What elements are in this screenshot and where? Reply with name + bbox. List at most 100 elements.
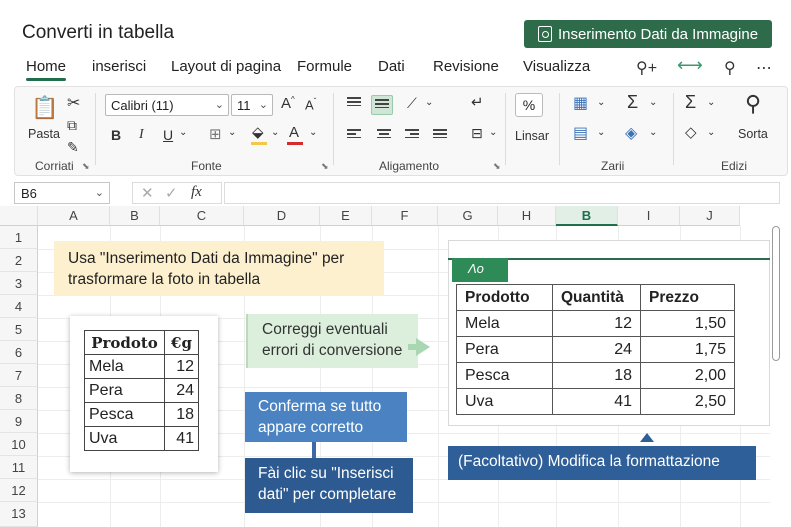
font-dialog-icon[interactable]: ⬊	[321, 161, 329, 172]
delete-cells-icon[interactable]: ▤	[573, 123, 588, 143]
percent-button[interactable]: %	[515, 93, 543, 117]
column-header-g[interactable]: G	[438, 206, 498, 226]
name-box[interactable]: B6 ⌄	[14, 182, 110, 204]
column-header-e[interactable]: E	[320, 206, 372, 226]
result-cell[interactable]: 1,50	[640, 310, 735, 337]
paste-label[interactable]: Pasta	[28, 127, 60, 141]
vertical-scrollbar[interactable]	[770, 212, 782, 527]
tab-insert[interactable]: inserisci	[92, 58, 146, 75]
chevron-down-icon[interactable]: ⌄	[707, 127, 715, 138]
column-header-f[interactable]: F	[372, 206, 438, 226]
column-header-j[interactable]: J	[680, 206, 740, 226]
column-header-a[interactable]: A	[38, 206, 110, 226]
formula-input[interactable]	[224, 182, 780, 204]
shrink-font-button[interactable]: Aˇ	[305, 97, 316, 112]
chevron-down-icon[interactable]: ⌄	[309, 127, 317, 138]
result-cell[interactable]: Pesca	[456, 362, 553, 389]
tab-view[interactable]: Visualizza	[523, 58, 590, 75]
result-header[interactable]: Prodotto	[456, 284, 553, 311]
chevron-down-icon[interactable]: ⌄	[228, 127, 236, 138]
number-format-label[interactable]: Linsar	[515, 129, 549, 143]
result-cell[interactable]: 41	[552, 388, 641, 415]
cut-icon[interactable]: ✂	[67, 93, 80, 113]
align-top-icon[interactable]	[347, 95, 361, 109]
justify-icon[interactable]	[433, 127, 447, 141]
chevron-down-icon[interactable]: ⌄	[597, 97, 605, 108]
align-left-icon[interactable]	[347, 127, 361, 141]
result-cell[interactable]: 1,75	[640, 336, 735, 363]
copy-icon[interactable]: ⧉	[67, 117, 77, 134]
chevron-down-icon[interactable]: ⌄	[649, 97, 657, 108]
find-icon[interactable]: ⚲	[745, 91, 761, 117]
borders-icon[interactable]: ⊞	[209, 125, 222, 143]
column-header-selected[interactable]: B	[556, 206, 618, 226]
confirm-icon[interactable]: ✓	[165, 184, 178, 202]
autosum-icon[interactable]: Σ	[627, 92, 638, 113]
chevron-down-icon[interactable]: ⌄	[179, 127, 187, 138]
chevron-down-icon[interactable]: ⌄	[597, 127, 605, 138]
tab-page-layout[interactable]: Layout di pagina	[171, 58, 281, 75]
bold-button[interactable]: B	[111, 127, 121, 143]
chevron-down-icon[interactable]: ⌄	[271, 127, 279, 138]
alignment-dialog-icon[interactable]: ⬊	[493, 161, 501, 172]
row-header[interactable]: 8	[0, 387, 38, 410]
sort-label[interactable]: Sorta	[738, 127, 768, 141]
row-header[interactable]: 7	[0, 364, 38, 387]
fx-icon[interactable]: fx	[191, 184, 202, 201]
column-header-b[interactable]: B	[110, 206, 160, 226]
format-painter-icon[interactable]: ✎	[67, 139, 79, 156]
row-header[interactable]: 3	[0, 272, 38, 295]
row-header[interactable]: 12	[0, 479, 38, 502]
row-header[interactable]: 11	[0, 456, 38, 479]
table-style-tab[interactable]: Λo	[452, 258, 508, 282]
import-from-image-button[interactable]: Inserimento Dati da Immagine	[524, 20, 772, 48]
row-header[interactable]: 13	[0, 502, 38, 527]
column-header-d[interactable]: D	[244, 206, 320, 226]
result-cell[interactable]: 18	[552, 362, 641, 389]
row-header[interactable]: 4	[0, 295, 38, 318]
tab-home[interactable]: Home	[26, 58, 67, 81]
row-header[interactable]: 2	[0, 249, 38, 272]
result-cell[interactable]: Pera	[456, 336, 553, 363]
row-header[interactable]: 1	[0, 226, 38, 249]
align-right-icon[interactable]	[405, 127, 419, 141]
column-header-h[interactable]: H	[498, 206, 556, 226]
result-cell[interactable]: 2,00	[640, 362, 735, 389]
arrows-icon[interactable]: ⟷	[677, 55, 703, 76]
result-header[interactable]: Quantità	[552, 284, 641, 311]
search-icon[interactable]: ⚲	[724, 58, 736, 78]
column-header-c[interactable]: C	[160, 206, 244, 226]
chevron-down-icon[interactable]: ⌄	[649, 127, 657, 138]
font-color-icon[interactable]: A	[289, 124, 299, 141]
row-header[interactable]: 6	[0, 341, 38, 364]
fill-color-icon[interactable]: ⬙	[252, 123, 264, 141]
font-size-select[interactable]: 11 ⌄	[231, 94, 273, 116]
row-header[interactable]: 9	[0, 410, 38, 433]
underline-button[interactable]: U	[163, 127, 173, 143]
format-cells-icon[interactable]: ◈	[625, 123, 637, 143]
chevron-down-icon[interactable]: ⌄	[707, 97, 715, 108]
result-header[interactable]: Prezzo	[640, 284, 735, 311]
row-header[interactable]: 10	[0, 433, 38, 456]
clear-icon[interactable]: ◇	[685, 123, 697, 141]
chevron-down-icon[interactable]: ⌄	[425, 97, 433, 108]
tab-review[interactable]: Revisione	[433, 58, 499, 75]
font-name-select[interactable]: Calibri (11) ⌄	[105, 94, 229, 116]
result-cell[interactable]: 12	[552, 310, 641, 337]
more-icon[interactable]: ⋯	[756, 58, 772, 78]
align-center-icon[interactable]	[377, 127, 391, 141]
orientation-icon[interactable]: ⟋	[407, 95, 417, 112]
scrollbar-thumb[interactable]	[772, 226, 780, 361]
column-header-i[interactable]: I	[618, 206, 680, 226]
people-add-icon[interactable]: ⚲+	[636, 58, 657, 78]
merge-cells-icon[interactable]: ⊟	[471, 125, 483, 142]
clipboard-dialog-icon[interactable]: ⬊	[82, 161, 90, 172]
tab-formulas[interactable]: Formule	[297, 58, 352, 75]
cancel-icon[interactable]: ✕	[141, 184, 154, 202]
sum-icon[interactable]: Σ	[685, 92, 696, 113]
italic-button[interactable]: I	[139, 127, 144, 143]
select-all-corner[interactable]	[0, 206, 38, 226]
wrap-text-icon[interactable]: ↵	[471, 93, 484, 111]
tab-data[interactable]: Dati	[378, 58, 405, 75]
row-header[interactable]: 5	[0, 318, 38, 341]
